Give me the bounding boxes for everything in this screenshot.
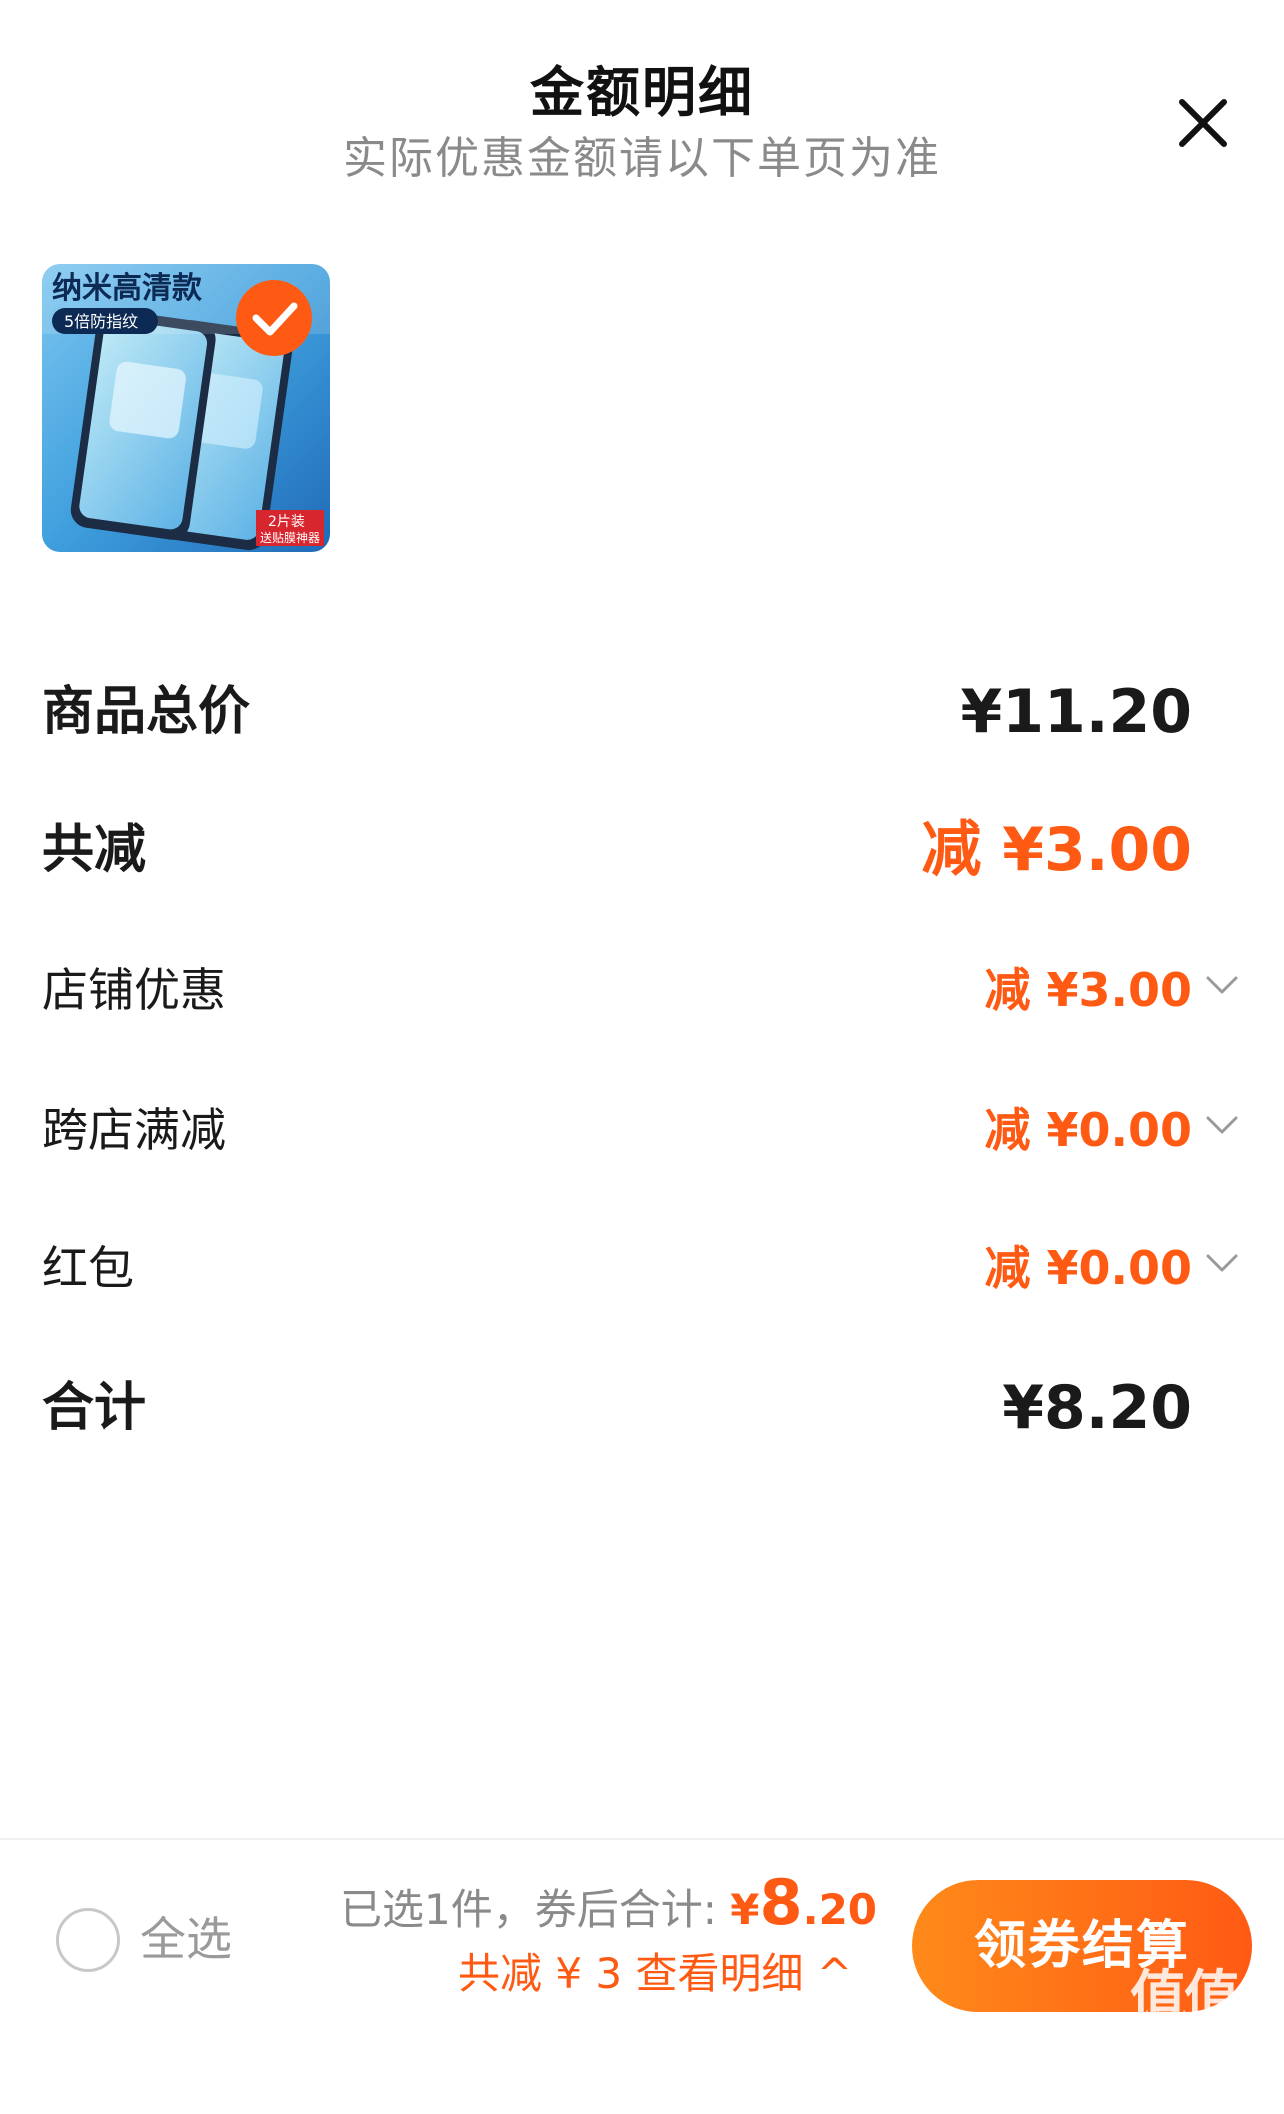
chevron-down-icon[interactable] [1202,1244,1242,1284]
product-badge-title: 纳米高清款 [52,271,203,306]
row-grand-total-label: 合计 [42,1378,147,1438]
summary-amount: ¥8.20 [730,1868,878,1938]
row-grand-total: 合计 ¥8.20 [42,1368,1242,1448]
row-total-price: 商品总价 ¥11.20 [42,672,1242,752]
product-thumbnail[interactable]: 纳米高清款 5倍防指纹 2片装 送贴膜神器 [42,264,330,552]
row-total-discount-value: 减 ¥3.00 [921,815,1192,885]
selected-summary-text: 已选1件，券后合计: [340,1885,731,1934]
row-red-packet[interactable]: 红包 减 ¥0.00 [42,1228,1242,1308]
row-cross-store-discount-value: 减 ¥0.00 [984,1103,1192,1157]
sheet-header: 金额明细 实际优惠金额请以下单页为准 [0,0,1284,190]
row-red-packet-value: 减 ¥0.00 [984,1241,1192,1295]
row-total-discount: 共减 减 ¥3.00 [42,810,1242,890]
watermark-site: zhizhizhi.com [1135,2008,1257,2029]
row-red-packet-label: 红包 [42,1241,134,1295]
product-tag-line1: 2片装 [268,514,305,530]
close-icon[interactable] [1168,88,1238,158]
row-grand-total-value: ¥8.20 [1002,1373,1192,1443]
watermark-logo: 值值值 [1130,1965,1240,2111]
sheet-subtitle: 实际优惠金额请以下单页为准 [343,133,941,184]
chevron-down-icon[interactable] [1202,966,1242,1006]
chevron-down-icon[interactable] [1202,1106,1242,1146]
product-tag-line2: 送贴膜神器 [260,530,320,545]
row-total-price-value: ¥11.20 [960,677,1192,747]
checkout-bar: 全选 已选1件，券后合计: ¥8.20 共减 ¥ 3 查看明细 ^ 领券结算 [0,1838,1284,2036]
row-total-price-label: 商品总价 [42,682,251,742]
product-badge-sub: 5倍防指纹 [64,312,138,331]
selected-check-icon[interactable] [236,280,312,356]
row-shop-discount-label: 店铺优惠 [42,963,226,1017]
selected-summary: 已选1件，券后合计: ¥8.20 [340,1868,877,1945]
view-discount-detail-link[interactable]: 共减 ¥ 3 查看明细 ^ [458,1944,852,2004]
row-cross-store-discount[interactable]: 跨店满减 减 ¥0.00 [42,1090,1242,1170]
row-total-discount-label: 共减 [42,820,147,880]
sheet-title: 金额明细 [530,61,754,124]
row-shop-discount[interactable]: 店铺优惠 减 ¥3.00 [42,950,1242,1030]
row-shop-discount-value: 减 ¥3.00 [984,963,1192,1017]
select-all-radio[interactable] [56,1908,120,1972]
row-cross-store-discount-label: 跨店满减 [42,1103,226,1157]
summary-amount-int: 8 [759,1866,803,1939]
select-all-label[interactable]: 全选 [140,1904,232,1974]
amount-detail-sheet: 金额明细 实际优惠金额请以下单页为准 纳米高清款 5倍防指纹 2片装 送贴膜神器… [0,0,1284,2111]
summary-currency: ¥ [730,1885,760,1934]
summary-amount-dec: .20 [802,1885,878,1934]
